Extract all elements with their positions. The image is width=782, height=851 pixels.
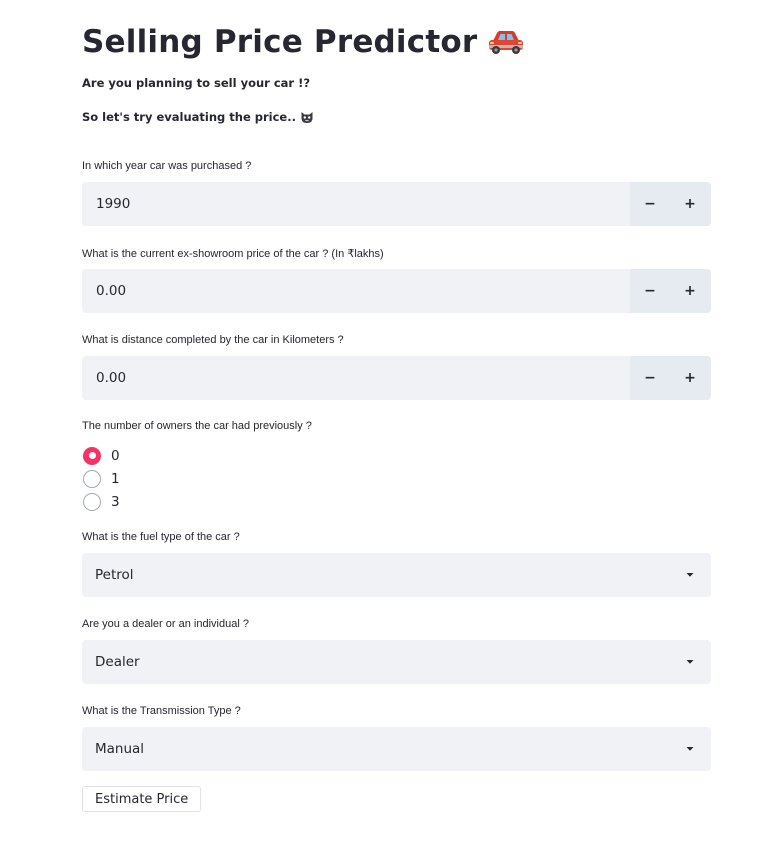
fuel-select[interactable]: Petrol <box>82 553 711 597</box>
car-icon <box>489 31 524 54</box>
transmission-label: What is the Transmission Type ? <box>82 705 241 717</box>
distance-label: What is distance completed by the car in… <box>82 334 344 346</box>
owners-option-1[interactable]: 1 <box>83 467 120 490</box>
fuel-select-value: Petrol <box>95 567 134 583</box>
owners-option-label: 1 <box>111 470 120 487</box>
fuel-label: What is the fuel type of the car ? <box>82 531 240 543</box>
price-stepper: − + <box>630 269 711 313</box>
intro-line-1-text: Are you planning to sell your car !? <box>82 76 310 90</box>
distance-number-input: 0.00 − + <box>82 356 711 400</box>
price-input-value[interactable]: 0.00 <box>82 283 630 299</box>
intro-line-2-text: So let's try evaluating the price.. <box>82 110 296 124</box>
price-number-input: 0.00 − + <box>82 269 711 313</box>
intro-line-2: So let's try evaluating the price.. <box>82 110 314 124</box>
estimate-price-button[interactable]: Estimate Price <box>82 786 202 812</box>
year-label: In which year car was purchased ? <box>82 160 252 172</box>
year-input-value[interactable]: 1990 <box>82 196 630 212</box>
page-title: Selling Price Predictor <box>82 24 478 60</box>
radio-button[interactable] <box>83 492 101 511</box>
owners-option-3[interactable]: 3 <box>83 490 120 513</box>
distance-stepper: − + <box>630 356 711 400</box>
seller-select-value: Dealer <box>95 654 140 670</box>
chevron-down-icon <box>686 660 694 664</box>
distance-input-value[interactable]: 0.00 <box>82 370 630 386</box>
owners-option-label: 3 <box>111 493 120 510</box>
year-decrement-button[interactable]: − <box>630 182 670 226</box>
year-stepper: − + <box>630 182 711 226</box>
intro-line-1: Are you planning to sell your car !? <box>82 76 310 90</box>
owners-label: The number of owners the car had previou… <box>82 420 312 432</box>
distance-decrement-button[interactable]: − <box>630 356 670 400</box>
transmission-select-value: Manual <box>95 741 145 757</box>
cat-face-icon <box>301 112 313 123</box>
price-decrement-button[interactable]: − <box>630 269 670 313</box>
transmission-select[interactable]: Manual <box>82 727 711 771</box>
distance-increment-button[interactable]: + <box>670 356 710 400</box>
price-label: What is the current ex-showroom price of… <box>82 248 384 260</box>
year-increment-button[interactable]: + <box>670 182 710 226</box>
owners-option-0[interactable]: 0 <box>83 444 120 467</box>
title-row: Selling Price Predictor <box>82 20 525 64</box>
seller-label: Are you a dealer or an individual ? <box>82 618 249 630</box>
chevron-down-icon <box>686 747 694 751</box>
owners-option-label: 0 <box>111 447 120 464</box>
chevron-down-icon <box>686 573 694 577</box>
radio-button-checked[interactable] <box>83 446 101 465</box>
price-increment-button[interactable]: + <box>670 269 710 313</box>
radio-button[interactable] <box>83 469 101 488</box>
owners-radio-group: 0 1 3 <box>83 444 120 513</box>
seller-select[interactable]: Dealer <box>82 640 711 684</box>
year-number-input: 1990 − + <box>82 182 711 226</box>
app-page: Selling Price Predictor Are you planning… <box>0 0 782 851</box>
